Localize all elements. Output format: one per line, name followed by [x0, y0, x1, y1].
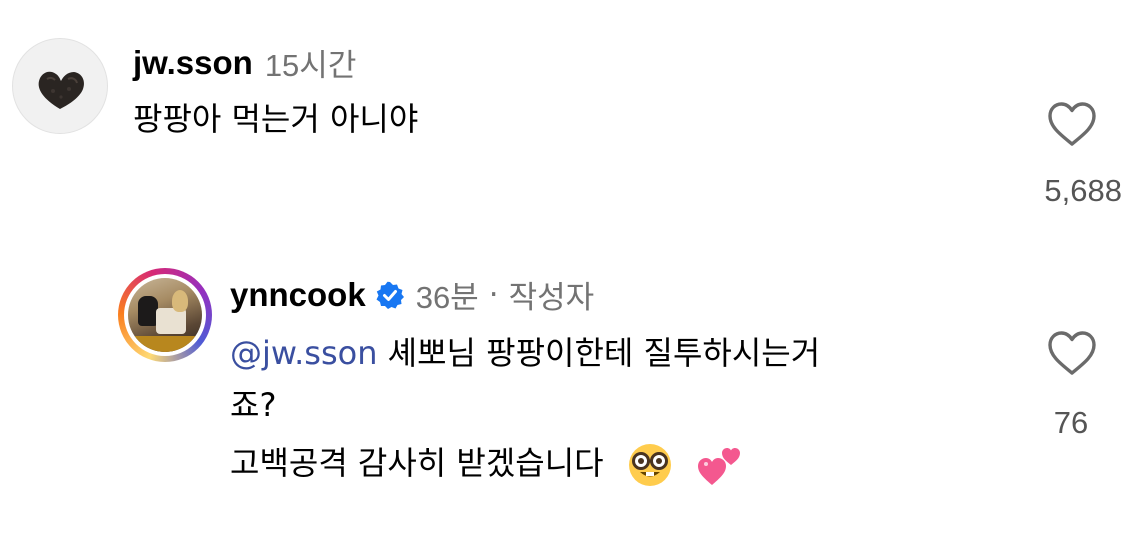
reply-text: @jw.sson 셰뽀님 팡팡이한테 질투하시는거 죠? 고백공격 감사히 받겠… — [230, 327, 990, 489]
avatar-ring-gap — [124, 274, 206, 356]
like-count[interactable]: 5,688 — [962, 173, 1122, 209]
avatar-photo — [128, 278, 202, 352]
comment-header: ynncook 36분 · 작성자 — [230, 272, 594, 317]
photo-figure — [138, 296, 158, 326]
timestamp: 36분 — [415, 280, 479, 315]
avatar-jw-sson[interactable] — [12, 38, 108, 134]
meta-separator: · — [488, 276, 499, 313]
chocolate-heart-avatar — [38, 71, 84, 109]
comment-header: jw.sson 15시간 — [133, 40, 356, 85]
like-count[interactable]: 76 — [1022, 405, 1120, 441]
reply-text-line-3: 고백공격 감사히 받겠습니다 — [230, 437, 990, 489]
photo-table — [128, 336, 202, 352]
reply-text-part: 셰뽀님 팡팡이한테 질투하시는거 — [387, 334, 821, 372]
photo-animal — [172, 290, 188, 312]
mention-link[interactable]: @jw.sson — [230, 334, 378, 372]
username[interactable]: ynncook — [230, 276, 366, 314]
comment-text: 팡팡아 먹는거 아니야 — [133, 93, 418, 145]
username[interactable]: jw.sson — [133, 44, 253, 82]
reply-text-line-2: 죠? — [230, 386, 277, 424]
like-button[interactable] — [1047, 101, 1097, 147]
comment-text-line: 팡팡아 먹는거 아니야 — [133, 100, 419, 138]
reply-text-line-1: @jw.sson 셰뽀님 팡팡이한테 질투하시는거 — [230, 327, 990, 379]
heart-outline-icon — [1048, 102, 1096, 146]
avatar-ynncook-story-ring[interactable] — [118, 268, 212, 362]
timestamp: 15시간 — [264, 48, 357, 83]
heart-outline-icon — [1048, 331, 1096, 375]
nerd-face-emoji — [626, 441, 674, 489]
author-tag: 작성자 — [508, 280, 595, 315]
verified-badge-icon — [376, 281, 404, 309]
two-hearts-emoji — [696, 441, 744, 489]
reply-text-part: 고백공격 감사히 받겠습니다 — [230, 444, 604, 482]
like-button[interactable] — [1047, 330, 1097, 376]
